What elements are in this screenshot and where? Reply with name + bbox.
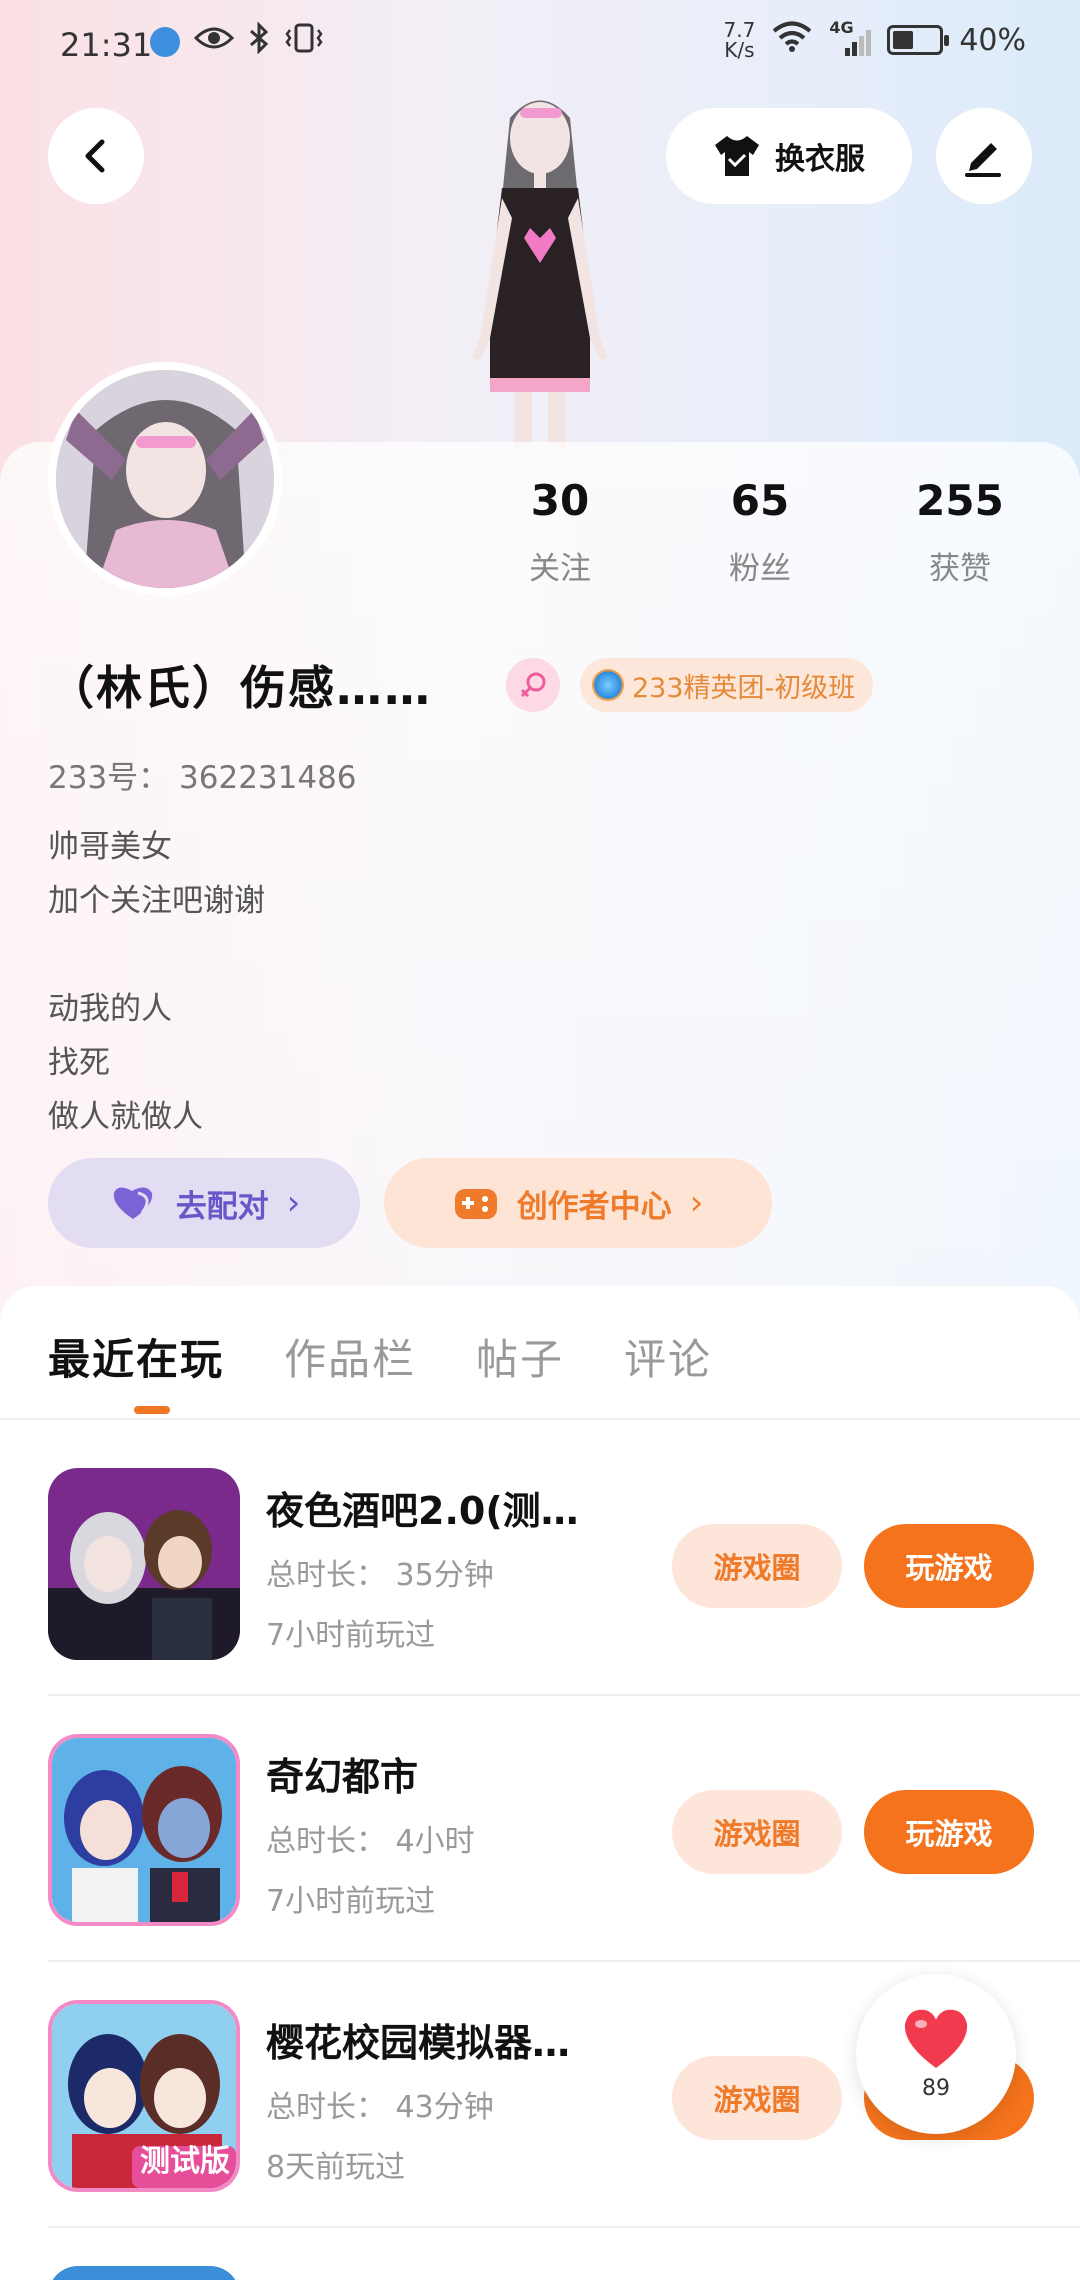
heart-icon (904, 2009, 968, 2068)
browser-globe-icon (150, 27, 180, 57)
chevron-right-icon: › (689, 1183, 704, 1223)
avatar-3d-figure[interactable] (440, 88, 640, 448)
game-duration: 总时长： 35分钟 (266, 1558, 494, 1593)
game-title: 樱花校园模拟器… (266, 2021, 571, 2065)
profile-tabs: 最近在玩 作品栏 帖子 评论 (48, 1326, 712, 1387)
tshirt-icon (715, 136, 759, 176)
like-float-button[interactable]: 89 (856, 1974, 1016, 2134)
game-duration: 总时长： 43分钟 (266, 2090, 494, 2125)
elite-badge[interactable]: 233精英团-初级班 (580, 658, 874, 712)
likes-label: 获赞 (929, 551, 991, 587)
pencil-icon (965, 143, 1001, 177)
game-icon: 测试版 (48, 2000, 240, 2192)
user-name: （林氏）伤感…… (48, 661, 432, 715)
followers-label: 粉丝 (729, 551, 791, 587)
profile-stats: 30 关注 65 粉丝 255 获赞 (480, 476, 1040, 588)
game-duration: 总时长： 4小时 (266, 1824, 475, 1859)
game-icon (48, 2266, 240, 2280)
chevron-right-icon: › (286, 1183, 301, 1223)
game-circle-button[interactable]: 游戏圈 (672, 2056, 842, 2140)
eye-icon (193, 24, 235, 60)
game-icon (48, 1734, 240, 1926)
wifi-icon (771, 20, 813, 60)
play-game-button[interactable]: 玩游戏 (864, 1524, 1034, 1608)
followers-stat[interactable]: 65 粉丝 (680, 476, 840, 588)
row-divider (48, 1960, 1080, 1962)
following-count: 30 (530, 476, 590, 525)
game-last-played: 7小时前玩过 (266, 1618, 436, 1653)
cellular-signal-icon: 4G (829, 18, 872, 56)
tab-recently-played[interactable]: 最近在玩 (48, 1326, 224, 1387)
tab-comments[interactable]: 评论 (624, 1326, 712, 1387)
tab-divider (0, 1418, 1080, 1420)
change-outfit-label: 换衣服 (775, 142, 865, 177)
gamepad-icon (454, 1189, 497, 1219)
change-outfit-button[interactable]: 换衣服 (666, 108, 912, 204)
edit-profile-button[interactable] (936, 108, 1032, 204)
row-divider (48, 1694, 1080, 1696)
elite-medal-icon (592, 669, 624, 701)
play-game-button[interactable]: 玩游戏 (864, 1790, 1034, 1874)
likes-count: 255 (916, 476, 1004, 525)
vibrate-icon (284, 22, 324, 62)
user-id: 233号： 362231486 (48, 760, 357, 796)
game-circle-button[interactable]: 游戏圈 (672, 1524, 842, 1608)
game-circle-button[interactable]: 游戏圈 (672, 1790, 842, 1874)
game-title: 夜色酒吧2.0(测… (266, 1489, 579, 1533)
network-speed: 7.7 K/s (723, 18, 756, 62)
creator-center-button[interactable]: 创作者中心 › (384, 1158, 772, 1248)
battery-percent: 40% (959, 22, 1026, 58)
user-bio: 帅哥美女 加个关注吧谢谢 动我的人 找死 做人就做人 (48, 829, 265, 1135)
status-time: 21:31 (60, 26, 153, 64)
likes-stat[interactable]: 255 获赞 (880, 476, 1040, 588)
game-last-played: 7小时前玩过 (266, 1884, 436, 1919)
following-label: 关注 (529, 551, 591, 587)
game-row[interactable]: 夜色酒吧2.0(测… 总时长： 35分钟 7小时前玩过 游戏圈 玩游戏 (48, 1468, 1080, 1688)
match-button[interactable]: 去配对 › (48, 1158, 360, 1248)
female-gender-icon (506, 658, 560, 712)
creator-center-label: 创作者中心 (516, 1188, 672, 1225)
like-count: 89 (922, 2075, 950, 2101)
game-icon (48, 1468, 240, 1660)
bluetooth-icon (248, 21, 270, 62)
back-button[interactable] (48, 108, 144, 204)
followers-count: 65 (730, 476, 790, 525)
heart-hands-icon (113, 1187, 152, 1219)
user-avatar[interactable] (48, 362, 282, 596)
game-row[interactable]: 奇幻都市 总时长： 4小时 7小时前玩过 游戏圈 玩游戏 (48, 1734, 1080, 1954)
active-tab-indicator (134, 1406, 170, 1414)
following-stat[interactable]: 30 关注 (480, 476, 640, 588)
tab-posts[interactable]: 帖子 (476, 1326, 564, 1387)
row-divider (48, 2226, 1080, 2228)
battery-icon (887, 25, 950, 55)
chevron-left-icon (85, 139, 105, 173)
game-last-played: 8天前玩过 (266, 2150, 406, 2185)
game-title: 奇幻都市 (266, 1755, 419, 1799)
elite-badge-label: 233精英团-初级班 (632, 672, 856, 704)
status-bar: 21:31 7.7 K/s 4G 40% (0, 0, 1080, 90)
test-version-label: 测试版 (140, 2144, 230, 2179)
tab-works[interactable]: 作品栏 (284, 1326, 416, 1387)
match-label: 去配对 (175, 1188, 269, 1225)
